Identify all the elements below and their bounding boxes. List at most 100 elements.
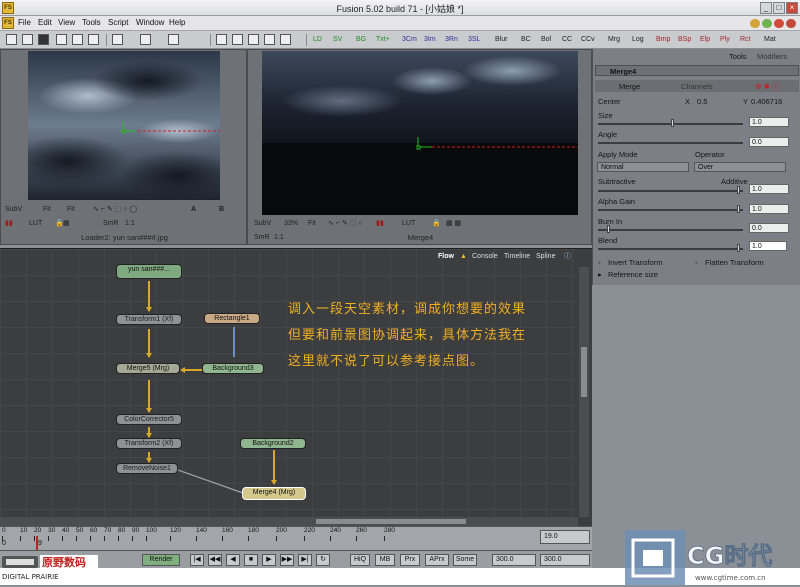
tool-bmp[interactable]: Bmp [656, 34, 670, 46]
layout-single-icon[interactable] [216, 34, 227, 45]
tool-bsp[interactable]: BSp [678, 34, 691, 46]
node-removenoise1[interactable]: RemoveNoise1 [116, 463, 178, 474]
burn-in-thumb[interactable] [607, 225, 610, 233]
scrollbar-thumb[interactable] [581, 347, 587, 397]
size-slider-thumb[interactable] [671, 119, 674, 127]
layout-split-icon[interactable] [232, 34, 243, 45]
node-loader[interactable]: yun san###... [116, 264, 182, 279]
info-icon[interactable]: ⓘ [564, 251, 571, 263]
node-background3[interactable]: Background3 [202, 363, 264, 374]
rgb-channel-icon[interactable]: ▮▮ [376, 217, 384, 230]
rgb-channel-icon[interactable]: ▮▮ [5, 217, 13, 230]
new-icon[interactable] [6, 34, 17, 45]
operator-dropdown[interactable]: Over [694, 162, 786, 172]
y-value[interactable]: 0.406716 [751, 97, 782, 106]
curve-tool-icon[interactable]: ∿ ⌐ ✎ ⬚ ○ ◯ [93, 203, 137, 216]
menu-window[interactable]: Window [136, 18, 164, 27]
menu-tools[interactable]: Tools [82, 18, 101, 27]
buffer-a-button[interactable]: A [191, 203, 196, 216]
curve-tool-icon[interactable]: ∿ ⌐ ✎ ⬚ ○ [328, 217, 362, 230]
close-doc-icon[interactable] [786, 19, 796, 28]
tab-modifiers[interactable]: Modifiers [757, 52, 787, 61]
redo-icon[interactable] [140, 34, 151, 45]
invert-transform-label[interactable]: Invert Transform [608, 258, 663, 267]
node-background2[interactable]: Background2 [240, 438, 306, 449]
size-field[interactable]: 1.0 [749, 117, 789, 127]
go-start-icon[interactable]: |◀ [190, 554, 204, 566]
subadd-thumb[interactable] [737, 186, 740, 194]
tool-log[interactable]: Log [632, 34, 644, 46]
step-forward-icon[interactable]: ▶▶ [280, 554, 294, 566]
tool-mat[interactable]: Mat [764, 34, 776, 46]
blend-field[interactable]: 1.0 [749, 241, 787, 251]
angle-field[interactable]: 0.0 [749, 137, 789, 147]
tool-rct[interactable]: Rct [740, 34, 751, 46]
tab-console[interactable]: Console [472, 251, 498, 263]
warning-icon[interactable]: ☢ ✺ ⓘ [755, 81, 780, 92]
subview-button[interactable]: SubV [5, 203, 22, 216]
tab-timeline[interactable]: Timeline [504, 251, 530, 263]
menu-edit[interactable]: Edit [38, 18, 52, 27]
tool-header[interactable]: Merge4 [595, 65, 799, 76]
aprx-button[interactable]: APrx [425, 554, 449, 566]
tool-cc[interactable]: CC [562, 34, 572, 46]
smr-button[interactable]: SmR [103, 217, 119, 230]
green-dot-icon[interactable] [762, 19, 772, 28]
stop-icon[interactable]: ■ [244, 554, 258, 566]
subview-button[interactable]: SubV [254, 217, 271, 230]
menu-file[interactable]: File [18, 18, 31, 27]
subtractive-additive-slider[interactable] [598, 190, 743, 192]
step-back-icon[interactable]: ◀◀ [208, 554, 222, 566]
node-merge5[interactable]: Merge5 (Mrg) [116, 363, 180, 374]
maximize-button[interactable]: □ [773, 2, 785, 14]
tool-loader[interactable]: LD [313, 34, 322, 46]
subadd-field[interactable]: 1.0 [749, 184, 789, 194]
render-button[interactable]: Render [142, 554, 180, 566]
save-icon[interactable] [38, 34, 49, 45]
burn-in-field[interactable]: 0.0 [749, 223, 789, 233]
flatten-transform-checkbox-icon[interactable]: ◦ [695, 258, 698, 267]
lut-button[interactable]: LUT [29, 217, 42, 230]
loop-icon[interactable]: ↻ [316, 554, 330, 566]
cut-icon[interactable] [56, 34, 67, 45]
mb-button[interactable]: MB [375, 554, 395, 566]
invert-transform-checkbox-icon[interactable]: ◦ [598, 258, 601, 267]
menu-script[interactable]: Script [108, 18, 128, 27]
burn-in-slider[interactable] [598, 229, 743, 231]
alpha-gain-thumb[interactable] [737, 205, 740, 213]
reference-size-label[interactable]: Reference size [608, 270, 658, 279]
layout-wide-icon[interactable] [280, 34, 291, 45]
prx-button[interactable]: Prx [400, 554, 420, 566]
flow-horizontal-scrollbar[interactable] [0, 517, 578, 526]
tool-bol[interactable]: Bol [541, 34, 551, 46]
undo-icon[interactable] [112, 34, 123, 45]
flatten-transform-label[interactable]: Flatten Transform [705, 258, 764, 267]
play-reverse-icon[interactable]: ◀ [226, 554, 240, 566]
node-colorcorrector5[interactable]: ColorCorrector5 [116, 414, 182, 425]
buffer-b-button[interactable]: B [219, 203, 224, 216]
minimize-button[interactable]: _ [760, 2, 772, 14]
node-merge4[interactable]: Merge4 (Mrg) [242, 487, 306, 500]
checker-icon[interactable]: ▦ ▩ [446, 217, 461, 230]
render-end-field[interactable]: 300.0 [492, 554, 536, 566]
node-rectangle1[interactable]: Rectangle1 [204, 313, 260, 324]
scrollbar-thumb[interactable] [316, 519, 466, 524]
copy-icon[interactable] [72, 34, 83, 45]
chevron-right-icon[interactable] [168, 34, 179, 45]
tool-ply[interactable]: Ply [720, 34, 730, 46]
layout-triple-icon[interactable] [248, 34, 259, 45]
x-value[interactable]: 0.5 [697, 97, 707, 106]
playhead[interactable] [36, 536, 38, 551]
lock-icon[interactable]: 🔒 [432, 217, 441, 230]
tab-tools[interactable]: Tools [729, 52, 747, 61]
menu-view[interactable]: View [58, 18, 75, 27]
flow-view[interactable]: Flow ▲ Console Timeline Spline ⓘ yun san… [0, 248, 592, 526]
tab-flow[interactable]: Flow [438, 251, 454, 263]
zoom-dropdown[interactable]: 33% [284, 217, 298, 230]
yellow-dot-icon[interactable] [750, 19, 760, 28]
blend-thumb[interactable] [737, 244, 740, 252]
blend-slider[interactable] [598, 248, 743, 250]
time-ruler[interactable]: 0 10 20 30 40 50 60 70 80 90 100 120 140 160 180 200 220… [0, 526, 592, 551]
end-frame-field[interactable]: 19.0 [540, 530, 590, 544]
tab-spline[interactable]: Spline [536, 251, 555, 263]
